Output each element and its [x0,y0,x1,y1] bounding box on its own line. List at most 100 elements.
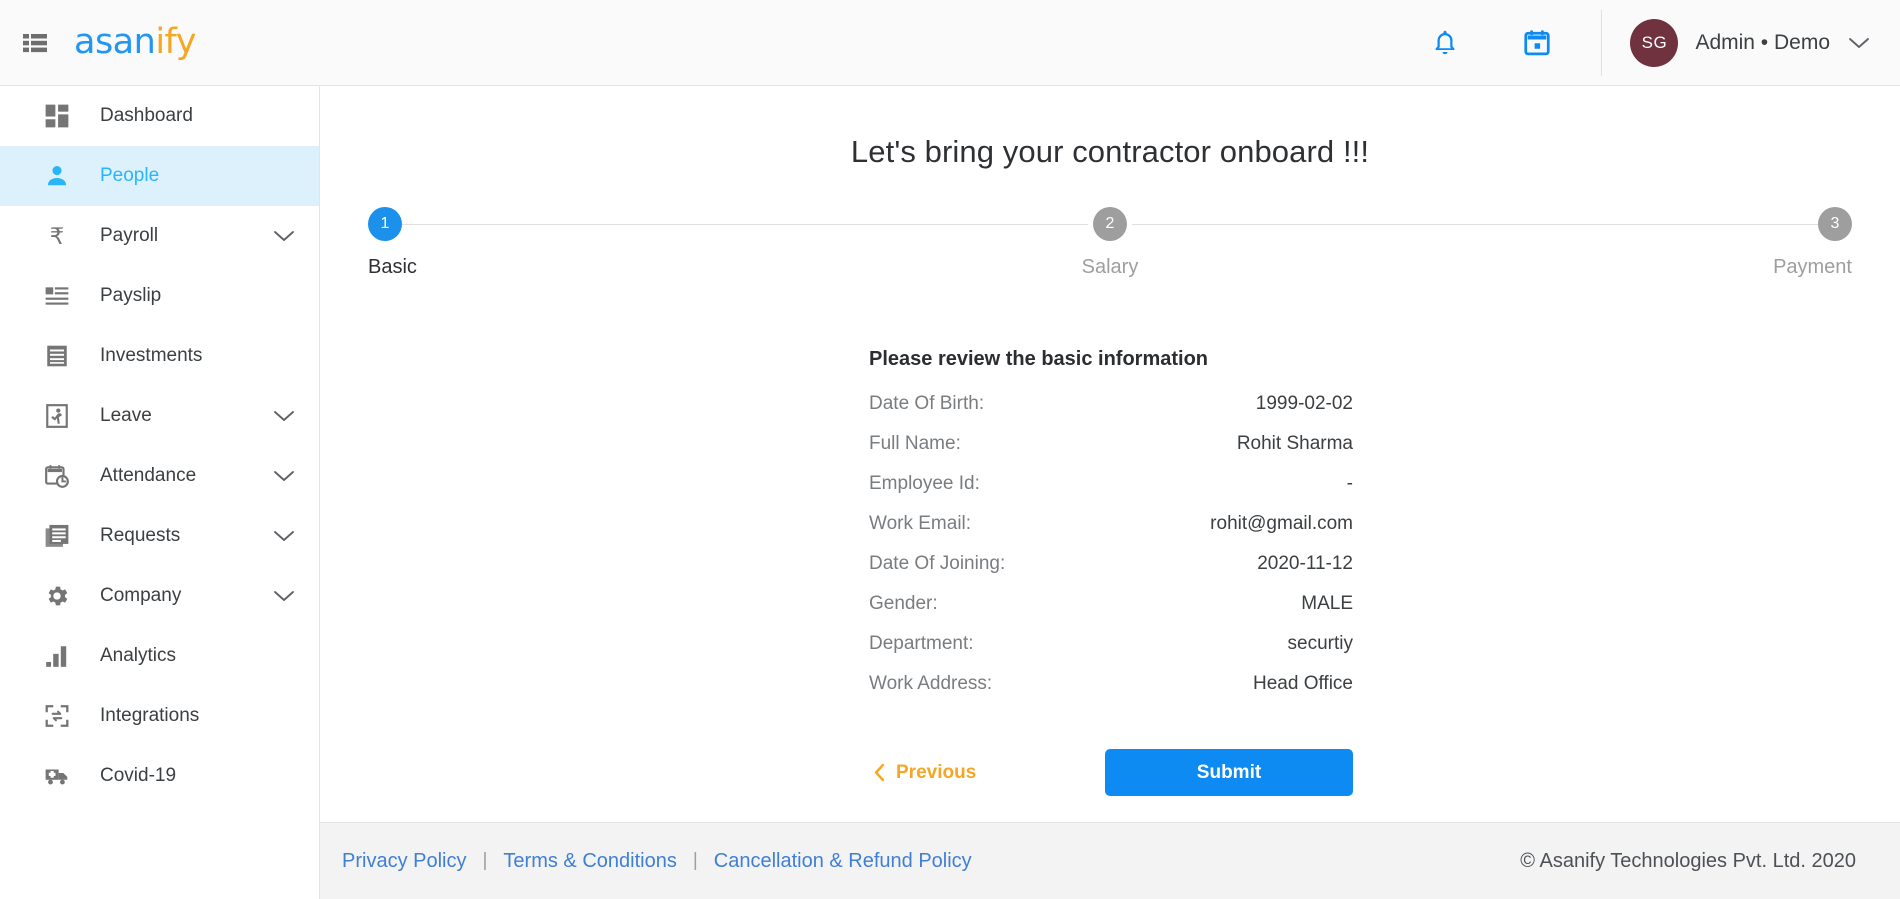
logo-text-accent: ify [155,22,196,62]
info-value: - [1346,473,1353,494]
footer-link-cancellation-refund-policy[interactable]: Cancellation & Refund Policy [714,850,972,873]
info-row-full-name: Full Name: Rohit Sharma [869,433,1353,473]
page-footer: Privacy Policy | Terms & Conditions | Ca… [320,822,1900,899]
sidebar-nav: Dashboard People ₹ Payroll Payslip Inves… [0,86,320,899]
sidebar-item-requests[interactable]: Requests [0,506,319,566]
chevron-left-icon [873,763,885,782]
sidebar-item-label: Payslip [100,285,162,306]
sidebar-item-label: Analytics [100,645,177,666]
chevron-down-icon[interactable] [273,229,295,243]
dashboard-grid-icon [42,101,72,131]
info-value: 2020-11-12 [1257,553,1353,574]
top-header: asanify SG Admin • Demo [0,0,1900,86]
sidebar-item-label: Attendance [100,465,197,486]
basic-info-review: Please review the basic information Date… [867,348,1353,713]
main-content: Let's bring your contractor onboard !!! … [320,86,1900,899]
sidebar-item-label: Company [100,585,182,606]
calendar-icon[interactable] [1509,15,1565,71]
exit-door-icon [42,401,72,431]
chevron-down-icon[interactable] [1848,36,1870,50]
gear-icon [42,581,72,611]
sidebar-item-payslip[interactable]: Payslip [0,266,319,326]
step-label: Payment [1773,256,1852,278]
chevron-down-icon[interactable] [273,529,295,543]
sidebar-item-payroll[interactable]: ₹ Payroll [0,206,319,266]
info-value: securtiy [1287,633,1353,654]
previous-button-label: Previous [896,761,977,783]
previous-button[interactable]: Previous [867,752,982,794]
chevron-down-icon[interactable] [273,469,295,483]
info-label: Work Address: [869,673,993,694]
stepper-connector-1 [402,224,1088,225]
info-label: Gender: [869,593,938,614]
sidebar-item-dashboard[interactable]: Dashboard [0,86,319,146]
app-root: asanify SG Admin • Demo Dashboard People… [0,0,1900,899]
info-row-employee-id: Employee Id: - [869,473,1353,513]
sidebar-item-label: Covid-19 [100,765,177,786]
info-value: rohit@gmail.com [1210,513,1353,534]
onboarding-stepper: 1 Basic 2 Salary 3 Payment [364,207,1856,283]
page-title: Let's bring your contractor onboard !!! [850,134,1370,169]
info-label: Full Name: [869,433,961,454]
sidebar-item-label: Integrations [100,705,200,726]
step-number: 2 [1093,207,1127,241]
sidebar-item-investments[interactable]: Investments [0,326,319,386]
sidebar-item-attendance[interactable]: Attendance [0,446,319,506]
step-number: 1 [368,207,402,241]
header-actions: SG Admin • Demo [1417,0,1900,85]
info-row-work-address: Work Address: Head Office [869,673,1353,713]
info-row-date-of-birth: Date Of Birth: 1999-02-02 [869,393,1353,433]
integrations-icon [42,701,72,731]
footer-link-terms-conditions[interactable]: Terms & Conditions [503,850,676,873]
app-logo[interactable]: asanify [74,25,196,60]
rupee-icon: ₹ [42,221,72,251]
bar-chart-icon [42,641,72,671]
info-label: Date Of Joining: [869,553,1006,574]
step-basic[interactable]: 1 Basic [368,207,488,279]
logo-text-primary: asan [74,22,156,62]
footer-links: Privacy Policy | Terms & Conditions | Ca… [342,850,972,873]
avatar: SG [1630,18,1679,67]
documents-stack-icon [42,521,72,551]
info-row-department: Department: securtiy [869,633,1353,673]
chevron-down-icon[interactable] [273,409,295,423]
info-label: Department: [869,633,974,654]
header-divider [1601,9,1603,76]
footer-copyright: © Asanify Technologies Pvt. Ltd. 2020 [1520,849,1856,872]
receipt-icon [42,341,72,371]
footer-link-privacy-policy[interactable]: Privacy Policy [342,850,466,873]
info-value: Head Office [1253,673,1353,694]
sidebar-item-integrations[interactable]: Integrations [0,686,319,746]
info-row-date-of-joining: Date Of Joining: 2020-11-12 [869,553,1353,593]
list-menu-icon[interactable] [18,26,52,60]
chevron-down-icon[interactable] [273,589,295,603]
sidebar-item-label: Payroll [100,225,159,246]
footer-separator: | [482,850,488,871]
info-label: Employee Id: [869,473,980,494]
person-icon [42,161,72,191]
submit-button[interactable]: Submit [1105,749,1353,796]
stepper-connector-2 [1132,224,1818,225]
info-row-work-email: Work Email: rohit@gmail.com [869,513,1353,553]
step-number: 3 [1818,207,1852,241]
sidebar-item-covid-19[interactable]: Covid-19 [0,746,319,806]
sidebar-item-people[interactable]: People [0,146,319,206]
profile-menu[interactable]: SG Admin • Demo [1630,18,1900,67]
step-label: Salary [1081,256,1139,278]
sidebar-item-leave[interactable]: Leave [0,386,319,446]
info-value: 1999-02-02 [1255,393,1353,414]
sidebar-item-label: People [100,165,160,186]
step-payment[interactable]: 3 Payment [1732,207,1852,279]
sidebar-item-analytics[interactable]: Analytics [0,626,319,686]
content-scroll-area: Let's bring your contractor onboard !!! … [320,86,1900,822]
form-actions: Previous Submit [867,749,1353,796]
sidebar-item-label: Leave [100,405,152,426]
sidebar-item-company[interactable]: Company [0,566,319,626]
step-salary[interactable]: 2 Salary [1050,207,1170,279]
sidebar-item-label: Dashboard [100,105,193,126]
bell-icon[interactable] [1417,15,1473,71]
body-wrapper: Dashboard People ₹ Payroll Payslip Inves… [0,86,1900,899]
review-heading: Please review the basic information [869,348,1209,370]
sidebar-item-label: Investments [100,345,203,366]
profile-name: Admin • Demo [1695,30,1830,54]
